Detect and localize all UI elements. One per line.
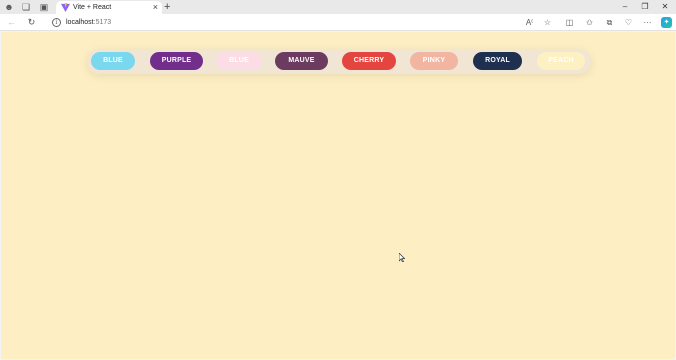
tab-title: Vite + React bbox=[73, 4, 112, 11]
tab-actions-icon[interactable]: ▣ bbox=[39, 2, 49, 12]
refresh-icon[interactable]: ↻ bbox=[26, 17, 37, 28]
pinky-button[interactable]: PINKY bbox=[410, 52, 458, 70]
minimize-icon[interactable]: – bbox=[618, 1, 632, 13]
browser-toolbar: ← ↻ i localhost:5173 A⁽ ☆ ◫ ✩ ⧉ ♡ ··· ✦ bbox=[0, 14, 676, 31]
star-icon[interactable]: ☆ bbox=[542, 17, 553, 28]
info-icon[interactable]: i bbox=[52, 18, 61, 27]
tab-strip: ☻ ❏ ▣ Vite + React × + – ❐ ✕ bbox=[0, 0, 676, 14]
copilot-icon[interactable]: ✦ bbox=[661, 17, 672, 28]
purple-button[interactable]: PURPLE bbox=[150, 52, 203, 70]
address-bar[interactable]: i localhost:5173 bbox=[47, 16, 559, 29]
collections-icon[interactable]: ⧉ bbox=[604, 17, 615, 28]
color-button-bar: BLUE PURPLE BLUE MAUVE CHERRY PINKY ROYA… bbox=[87, 49, 591, 74]
more-icon[interactable]: ··· bbox=[642, 17, 653, 28]
url-port: :5173 bbox=[93, 19, 112, 26]
plus-icon[interactable]: + bbox=[164, 1, 170, 13]
light-blue-button[interactable]: BLUE bbox=[216, 52, 262, 70]
mauve-button[interactable]: MAUVE bbox=[275, 52, 328, 70]
url-host: localhost bbox=[66, 19, 94, 26]
peach-button[interactable]: PEACH bbox=[537, 52, 585, 70]
page-viewport: BLUE PURPLE BLUE MAUVE CHERRY PINKY ROYA… bbox=[1, 32, 675, 359]
maximize-icon[interactable]: ❐ bbox=[638, 1, 652, 13]
profile-icon[interactable]: ☻ bbox=[4, 2, 14, 12]
mouse-cursor-icon bbox=[399, 253, 405, 262]
favorites-icon[interactable]: ✩ bbox=[584, 17, 595, 28]
cherry-button[interactable]: CHERRY bbox=[342, 52, 396, 70]
url-text[interactable]: localhost:5173 bbox=[66, 17, 111, 28]
vite-favicon-icon bbox=[61, 3, 70, 12]
royal-button[interactable]: ROYAL bbox=[473, 52, 522, 70]
blue-button[interactable]: BLUE bbox=[91, 52, 135, 70]
workspaces-icon[interactable]: ❏ bbox=[21, 2, 31, 12]
read-aloud-icon[interactable]: A⁽ bbox=[524, 17, 535, 28]
split-screen-icon[interactable]: ◫ bbox=[564, 17, 575, 28]
tab-active[interactable]: Vite + React × bbox=[56, 1, 162, 14]
heart-pulse-icon[interactable]: ♡ bbox=[623, 17, 634, 28]
close-icon[interactable]: × bbox=[153, 1, 158, 14]
back-arrow-icon[interactable]: ← bbox=[6, 17, 17, 28]
close-window-icon[interactable]: ✕ bbox=[658, 1, 672, 13]
